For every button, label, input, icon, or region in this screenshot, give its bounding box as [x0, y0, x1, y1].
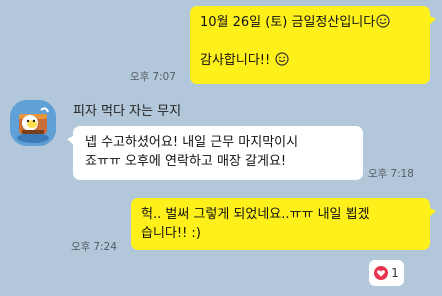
avatar[interactable]	[10, 100, 56, 146]
incoming-message-bubble[interactable]: 넵 수고하셨어요! 내일 근무 마지막이시 죠ㅠㅠ 오후에 연락하고 매장 갈게…	[67, 126, 363, 180]
timestamp-ampm: 오후	[368, 168, 388, 180]
timestamp-time: 7:24	[93, 241, 117, 253]
message-timestamp: 오후 7:07	[130, 69, 179, 84]
smile-emoji-icon	[275, 52, 289, 66]
message-text-line: 넵 수고하셨어요! 내일 근무 마지막이시	[85, 135, 299, 150]
timestamp-ampm: 오후	[71, 241, 91, 253]
message-text-line: 10월 26일 (토) 금일정산입니다	[200, 13, 420, 32]
reaction-badge[interactable]: 1	[369, 260, 404, 286]
reaction-count: 1	[391, 266, 399, 280]
timestamp-time: 7:18	[390, 168, 414, 180]
message-text: 감사합니다!!	[200, 53, 275, 68]
outgoing-message-bubble[interactable]: 10월 26일 (토) 금일정산입니다 감사합니다!!	[190, 6, 436, 84]
message-text-line: 감사합니다!!	[200, 51, 420, 70]
timestamp-time: 7:07	[152, 71, 176, 83]
message-timestamp: 오후 7:24	[71, 239, 120, 254]
muzi-pizza-avatar-icon	[10, 100, 56, 146]
message-timestamp: 오후 7:18	[368, 166, 417, 181]
message-text-line: 죠ㅠㅠ 오후에 연락하고 매장 갈게요!	[85, 154, 287, 169]
sender-name: 피자 먹다 자는 무지	[73, 104, 182, 119]
outgoing-message-bubble[interactable]: 헉.. 벌써 그렇게 되었네요..ㅠㅠ 내일 뵙겠 습니다!! :)	[131, 198, 436, 250]
heart-icon	[374, 266, 389, 280]
timestamp-ampm: 오후	[130, 71, 150, 83]
message-text-line: 헉.. 벌써 그렇게 되었네요..ㅠㅠ 내일 뵙겠	[141, 207, 370, 222]
message-text: 10월 26일 (토) 금일정산입니다	[200, 15, 376, 30]
message-text-line: 습니다!! :)	[141, 226, 201, 241]
smile-emoji-icon	[376, 14, 390, 28]
